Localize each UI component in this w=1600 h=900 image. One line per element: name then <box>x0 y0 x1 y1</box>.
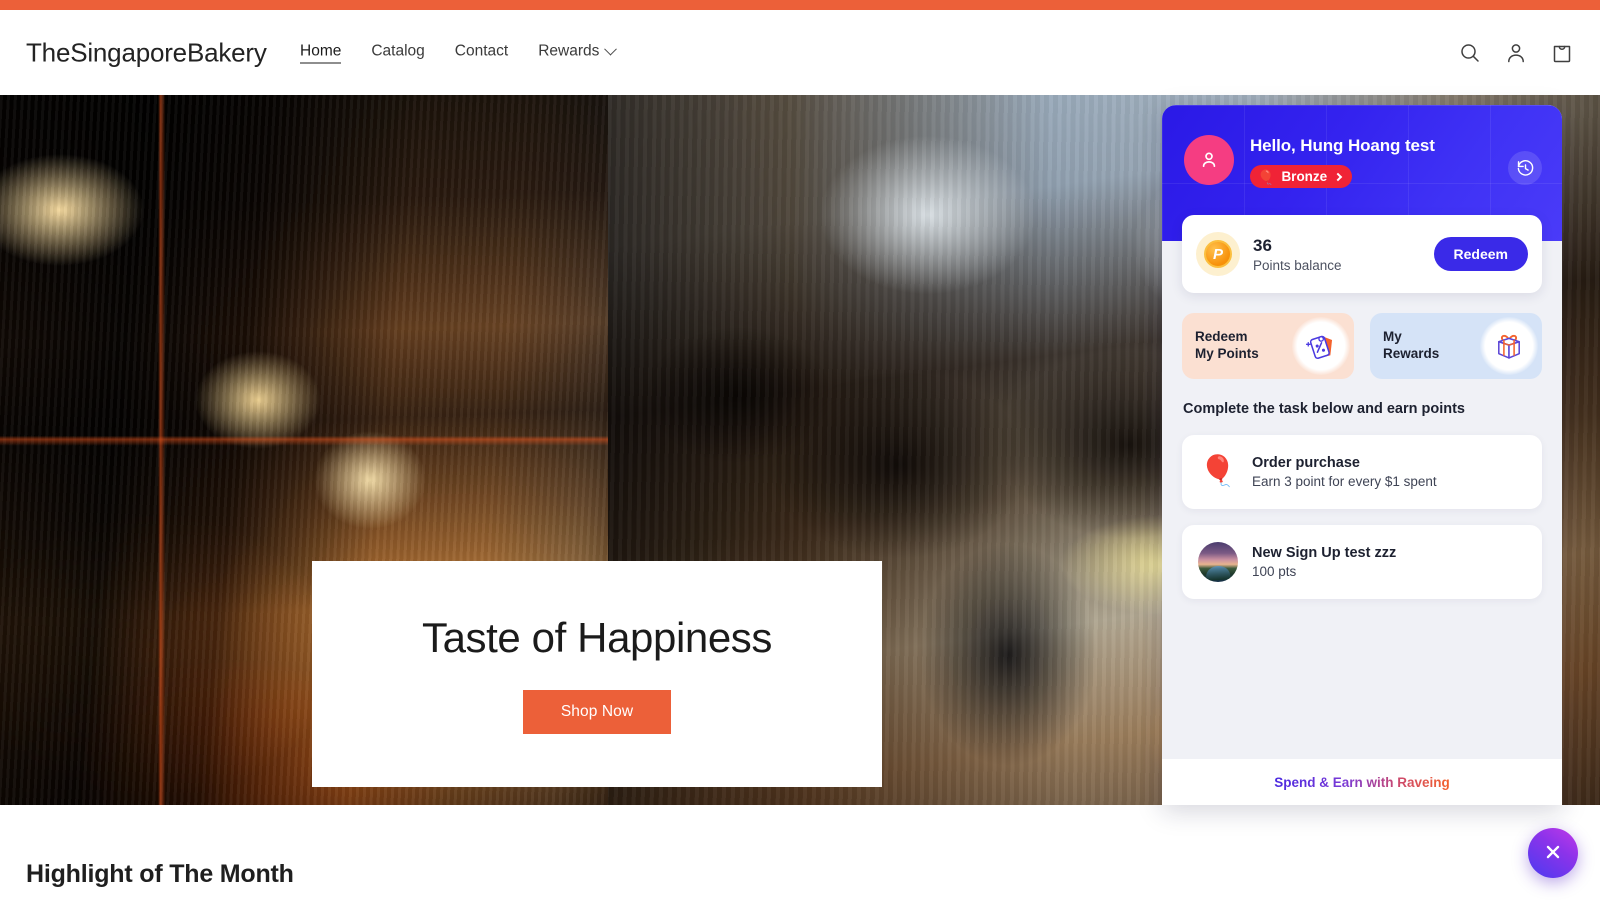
redeem-button[interactable]: Redeem <box>1433 237 1528 271</box>
nav-item-catalog[interactable]: Catalog <box>371 43 424 63</box>
gift-box-icon <box>1480 317 1538 375</box>
redeem-my-points-card[interactable]: Redeem My Points <box>1182 313 1354 379</box>
nav-item-contact[interactable]: Contact <box>455 43 508 63</box>
loyalty-greeting: Hello, Hung Hoang test <box>1250 136 1435 155</box>
nav-item-rewards[interactable]: Rewards <box>538 42 618 63</box>
loyalty-widget-body: P 36 Points balance Redeem Redeem My Poi… <box>1162 215 1562 759</box>
account-icon[interactable] <box>1504 41 1528 65</box>
points-balance-card: P 36 Points balance Redeem <box>1182 215 1542 293</box>
avatar[interactable] <box>1184 135 1234 185</box>
clock-rewind-icon[interactable] <box>1508 151 1542 185</box>
section-heading: Highlight of The Month <box>26 860 294 888</box>
tasks-heading: Complete the task below and earn points <box>1183 401 1465 417</box>
task-title: New Sign Up test zzz <box>1252 545 1397 561</box>
highlight-section: Highlight of The Month <box>0 805 1600 900</box>
hero-title: Taste of Happiness <box>421 614 772 661</box>
cart-icon[interactable] <box>1550 41 1574 65</box>
chevron-down-icon <box>604 42 618 56</box>
main-navigation: Home Catalog Contact Rewards <box>300 42 618 63</box>
site-header: TheSingaporeBakery Home Catalog Contact … <box>0 10 1600 95</box>
close-icon <box>1542 841 1564 866</box>
points-text-block: 36 Points balance <box>1253 236 1342 273</box>
loyalty-greeting-block: Hello, Hung Hoang test 🎈 Bronze <box>1250 135 1435 188</box>
task-text-block: New Sign Up test zzz 100 pts <box>1252 545 1396 579</box>
task-card[interactable]: 🎈 Order purchase Earn 3 point for every … <box>1182 435 1542 509</box>
spend-and-earn-link[interactable]: Spend & Earn with Raveing <box>1274 775 1450 790</box>
tier-badge-label: Bronze <box>1281 169 1328 184</box>
points-value: 36 <box>1253 235 1272 255</box>
tier-badge[interactable]: 🎈 Bronze <box>1250 165 1353 188</box>
points-label: Points balance <box>1253 257 1342 273</box>
nav-item-rewards-label: Rewards <box>538 42 600 60</box>
hero-content-card: Taste of Happiness Shop Now <box>312 561 882 787</box>
task-list: 🎈 Order purchase Earn 3 point for every … <box>1182 435 1542 599</box>
balloon-icon: 🎈 <box>1257 168 1275 185</box>
brand-logo[interactable]: TheSingaporeBakery <box>26 37 267 68</box>
close-widget-button[interactable] <box>1528 828 1578 878</box>
task-card[interactable]: New Sign Up test zzz 100 pts <box>1182 525 1542 599</box>
task-text-block: Order purchase Earn 3 point for every $1… <box>1252 455 1437 489</box>
coin-glyph: P <box>1204 240 1232 268</box>
redeem-my-points-label: Redeem My Points <box>1195 329 1259 361</box>
loyalty-widget-footer: Spend & Earn with Raveing <box>1162 759 1562 805</box>
red-balloon-icon: 🎈 <box>1199 455 1237 488</box>
my-rewards-card[interactable]: My Rewards <box>1370 313 1542 379</box>
task-title: Order purchase <box>1252 455 1360 471</box>
my-rewards-label: My Rewards <box>1383 329 1440 361</box>
announcement-bar <box>0 0 1600 10</box>
task-subtitle: 100 pts <box>1252 564 1297 579</box>
quick-actions: Redeem My Points My Rewards <box>1182 313 1542 379</box>
chevron-right-icon <box>1333 172 1343 181</box>
search-icon[interactable] <box>1458 41 1482 65</box>
landscape-photo-thumbnail <box>1198 542 1238 582</box>
page-root: TheSingaporeBakery Home Catalog Contact … <box>0 0 1600 900</box>
nav-item-home[interactable]: Home <box>300 42 342 63</box>
task-subtitle: Earn 3 point for every $1 spent <box>1252 474 1437 489</box>
header-actions <box>1458 41 1574 65</box>
points-coin-icon: P <box>1196 232 1240 276</box>
discount-tag-icon <box>1292 317 1350 375</box>
shop-now-button[interactable]: Shop Now <box>522 690 672 734</box>
loyalty-widget: Hello, Hung Hoang test 🎈 Bronze P 36 Poi… <box>1162 105 1562 805</box>
